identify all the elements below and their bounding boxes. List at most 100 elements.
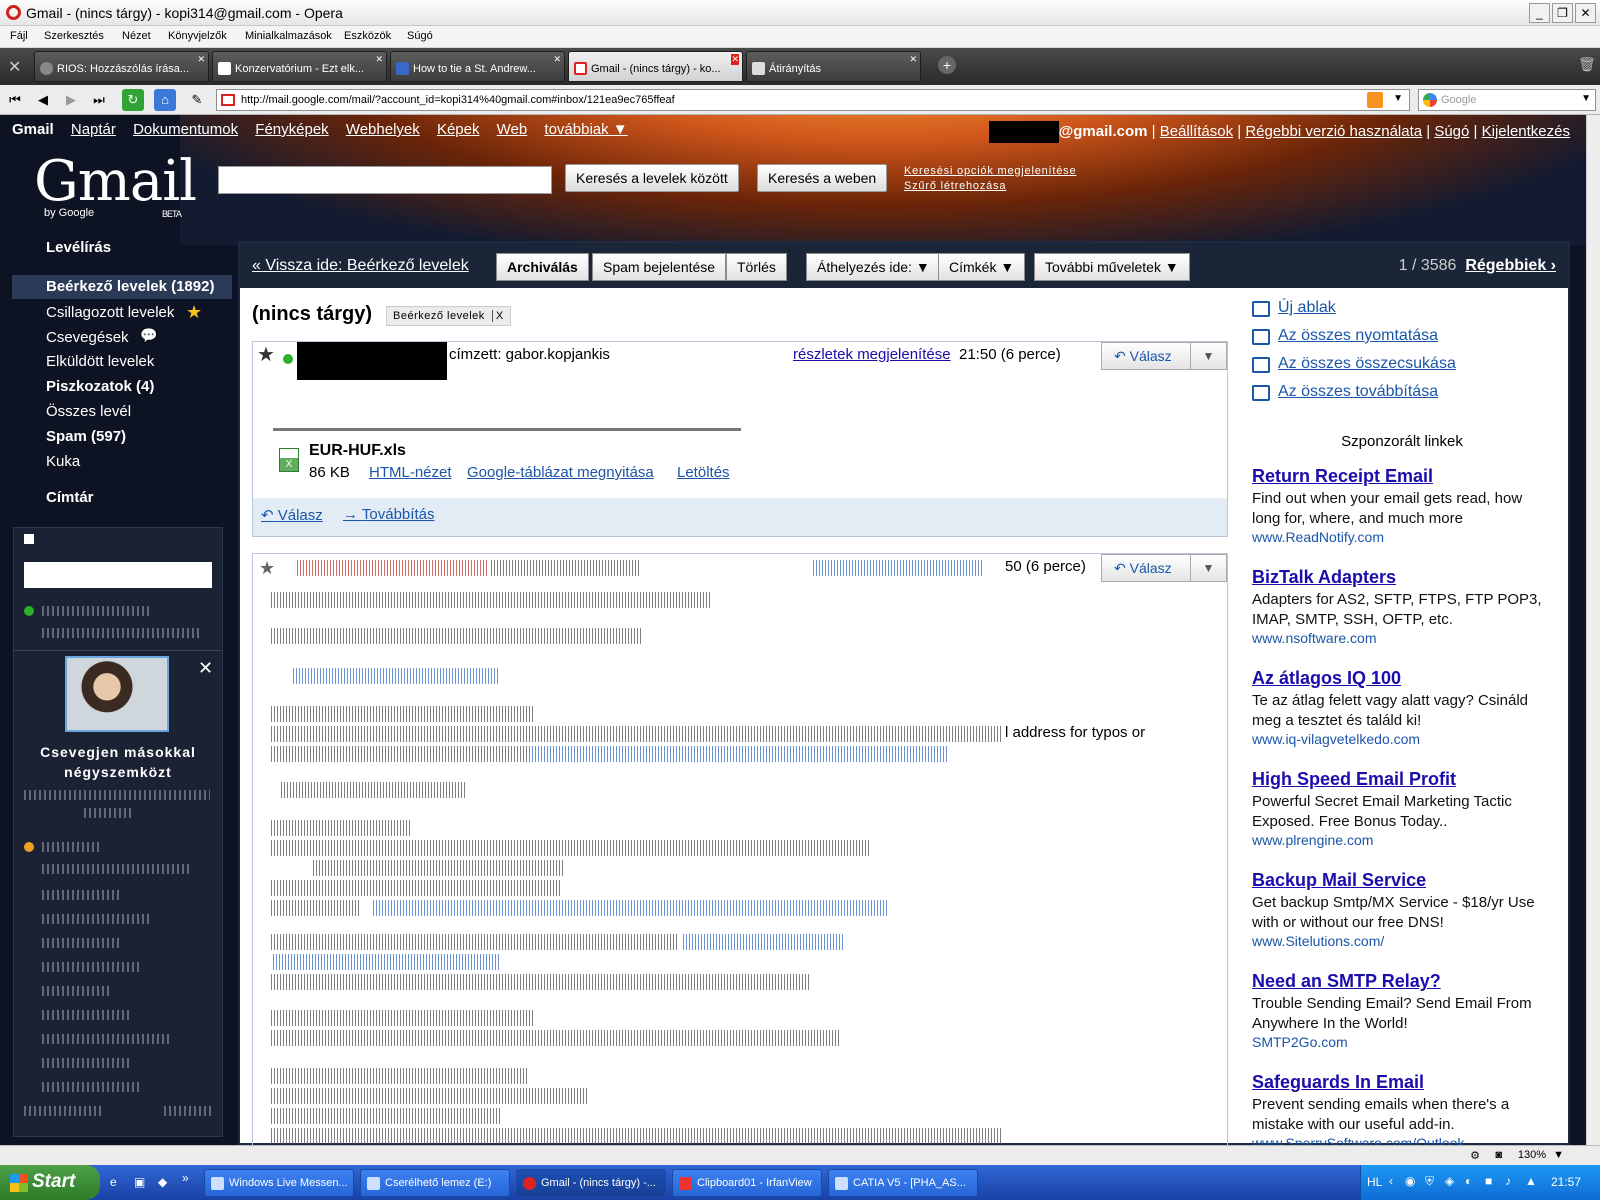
app-icon[interactable]: ◆ <box>158 1175 167 1189</box>
sidebar-item-inbox[interactable]: Beérkező levelek (1892) <box>46 278 214 295</box>
menu-widgets[interactable]: Minialkalmazások <box>245 30 332 42</box>
page-scrollbar[interactable] <box>1586 115 1600 1145</box>
ie-icon[interactable]: e <box>110 1175 117 1189</box>
contacts-link[interactable]: Címtár <box>46 489 94 506</box>
new-window-link[interactable]: Új ablak <box>1252 299 1552 327</box>
language-indicator[interactable]: HL <box>1367 1175 1382 1189</box>
download-link[interactable]: Letöltés <box>677 464 730 481</box>
task-messenger[interactable]: Windows Live Messen... <box>204 1169 354 1197</box>
sidebar-item-spam[interactable]: Spam (597) <box>46 428 126 445</box>
ad-title[interactable]: BizTalk Adapters <box>1252 567 1552 588</box>
camera-icon[interactable]: ◙ <box>1495 1149 1502 1161</box>
tab-how-to-tie[interactable]: How to tie a St. Andrew... ✕ <box>390 51 565 82</box>
menu-bookmarks[interactable]: Könyvjelzők <box>168 30 227 42</box>
ad-title[interactable]: Need an SMTP Relay? <box>1252 971 1552 992</box>
reload-icon[interactable]: ↻ <box>122 89 144 111</box>
restore-icon[interactable]: ❐ <box>1552 3 1573 23</box>
rss-icon[interactable] <box>1367 92 1383 108</box>
settings-link[interactable]: Beállítások <box>1160 123 1233 140</box>
forward-link[interactable]: → Továbbítás <box>343 506 434 523</box>
chevron-down-icon[interactable]: ▼ <box>1393 93 1403 104</box>
chevron-down-icon[interactable]: ▼ <box>1190 343 1226 369</box>
contact-redacted[interactable] <box>42 1010 132 1020</box>
older-version-link[interactable]: Régebbi verzió használata <box>1245 123 1422 140</box>
status-online-icon[interactable] <box>24 606 34 616</box>
ad-url[interactable]: www.iq-vilagvetelkedo.com <box>1252 731 1552 747</box>
close-icon[interactable]: ✕ <box>1575 3 1596 23</box>
print-all-link[interactable]: Az összes nyomtatása <box>1252 327 1552 355</box>
task-removable-disk[interactable]: Cserélhető lemez (E:) <box>360 1169 510 1197</box>
task-catia[interactable]: CATIA V5 - [PHA_AS... <box>828 1169 978 1197</box>
tray-app-icon[interactable]: ◐ <box>1465 1174 1472 1188</box>
contact-redacted[interactable] <box>42 914 152 924</box>
sidebar-item-sent[interactable]: Elküldött levelek <box>46 353 154 370</box>
move-to-button[interactable]: Áthelyezés ide: ▼ <box>806 253 941 281</box>
remove-label-icon[interactable]: X <box>491 310 504 322</box>
tab-close-icon[interactable]: ✕ <box>553 54 561 65</box>
ad-title[interactable]: Return Receipt Email <box>1252 466 1552 487</box>
contact-redacted[interactable] <box>42 1058 132 1068</box>
ad-url[interactable]: www.SperrySoftware.com/Outlook <box>1252 1135 1552 1145</box>
ad-url[interactable]: SMTP2Go.com <box>1252 1034 1552 1050</box>
menu-tools[interactable]: Eszközök <box>344 30 391 42</box>
search-input[interactable]: Google ▼ <box>1418 89 1596 111</box>
star-icon[interactable]: ★ <box>259 558 275 579</box>
help-link[interactable]: Súgó <box>1434 123 1469 140</box>
network-icon[interactable]: ◉ <box>1405 1174 1415 1188</box>
show-details-link[interactable]: részletek megjelenítése <box>793 346 951 363</box>
ad-title[interactable]: Backup Mail Service <box>1252 870 1552 891</box>
chevron-down-icon[interactable]: ▼ <box>1581 93 1591 104</box>
nav-more[interactable]: továbbiak ▼ <box>544 121 627 138</box>
sidebar-item-all-mail[interactable]: Összes levél <box>46 403 131 420</box>
redacted-link[interactable] <box>273 954 501 970</box>
reply-link[interactable]: ↶ Válasz <box>261 506 323 524</box>
nav-documents[interactable]: Dokumentumok <box>133 121 238 138</box>
shield-icon[interactable]: ⛨ <box>1425 1174 1434 1189</box>
chat-search-input[interactable] <box>24 562 212 588</box>
reply-button[interactable]: ↶ Válasz <box>1114 348 1172 365</box>
tab-close-icon[interactable]: ✕ <box>375 54 383 65</box>
redacted-link[interactable] <box>293 668 499 684</box>
ad-url[interactable]: www.plrengine.com <box>1252 832 1552 848</box>
menu-view[interactable]: Nézet <box>122 30 151 42</box>
status-away-icon[interactable] <box>24 842 34 852</box>
ad-title[interactable]: Az átlagos IQ 100 <box>1252 668 1552 689</box>
search-mail-button[interactable]: Keresés a levelek között <box>565 164 739 192</box>
delete-button[interactable]: Törlés <box>726 253 787 281</box>
ad-url[interactable]: www.ReadNotify.com <box>1252 529 1552 545</box>
tray-app-icon[interactable]: ■ <box>1485 1174 1492 1188</box>
tools-icon[interactable]: ✕ <box>8 57 21 77</box>
nav-photos[interactable]: Fényképek <box>255 121 328 138</box>
sidebar-item-trash[interactable]: Kuka <box>46 453 80 470</box>
html-view-link[interactable]: HTML-nézet <box>369 464 452 481</box>
tab-konzervatorium[interactable]: Konzervatórium - Ezt elk... ✕ <box>212 51 387 82</box>
tab-redirect[interactable]: Átirányítás ✕ <box>746 51 921 82</box>
nav-images[interactable]: Képek <box>437 121 480 138</box>
tab-rios[interactable]: RIOS: Hozzászólás írása... ✕ <box>34 51 209 82</box>
gmail-logo[interactable]: Gmail by Google BETA <box>34 149 197 219</box>
ad-title[interactable]: High Speed Email Profit <box>1252 769 1552 790</box>
tab-close-icon[interactable]: ✕ <box>197 54 205 65</box>
redacted-link[interactable] <box>373 900 889 916</box>
tray-app-icon[interactable]: ▲ <box>1525 1174 1537 1188</box>
save-icon[interactable]: ▣ <box>134 1175 145 1189</box>
new-tab-icon[interactable]: + <box>938 56 956 74</box>
back-icon[interactable]: ◀ <box>32 89 54 111</box>
panel-icon[interactable]: ⚙ <box>1470 1149 1480 1162</box>
more-actions-button[interactable]: További műveletek ▼ <box>1034 253 1190 281</box>
star-icon[interactable]: ★ <box>257 342 275 367</box>
home-icon[interactable]: ⌂ <box>154 89 176 111</box>
contact-redacted[interactable] <box>42 1034 172 1044</box>
rewind-icon[interactable]: ⏮ <box>4 89 26 111</box>
contact-redacted[interactable] <box>42 1082 142 1092</box>
sidebar-item-chats[interactable]: Csevegések <box>46 329 129 346</box>
contact-redacted[interactable] <box>42 890 122 900</box>
minimize-icon[interactable]: _ <box>1529 3 1550 23</box>
search-web-button[interactable]: Keresés a weben <box>757 164 888 192</box>
sidebar-item-starred[interactable]: Csillagozott levelek <box>46 304 174 321</box>
chevron-down-icon[interactable]: ▼ <box>1190 555 1226 581</box>
edit-icon[interactable]: ✎ <box>186 89 208 111</box>
back-to-inbox-link[interactable]: « Vissza ide: Beérkező levelek <box>252 257 469 275</box>
address-input[interactable]: http://mail.google.com/mail/?account_id=… <box>216 89 1410 111</box>
contact-redacted[interactable] <box>42 962 142 972</box>
